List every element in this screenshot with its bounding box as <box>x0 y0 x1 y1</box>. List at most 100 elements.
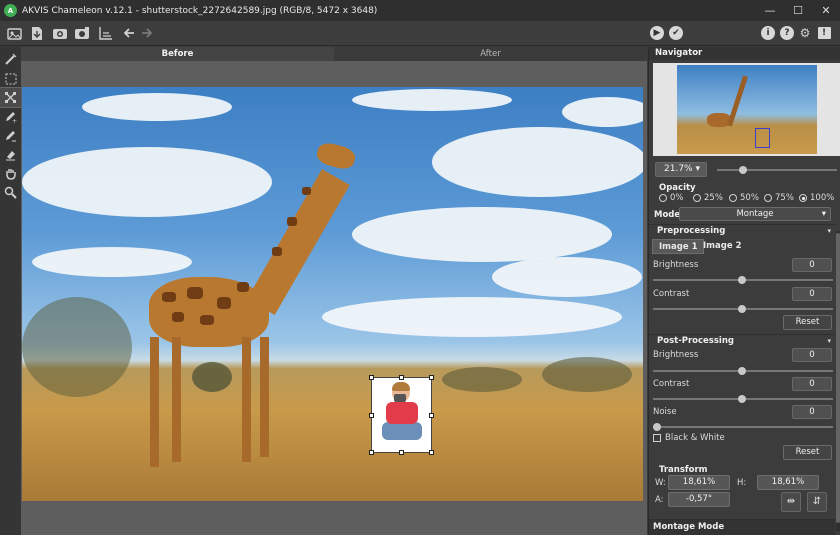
opacity-option-label: 50% <box>740 193 759 203</box>
tab-image-2[interactable]: Image 2 <box>697 239 747 254</box>
image-window: Before After <box>21 47 647 535</box>
width-label: W: <box>655 478 666 488</box>
chevron-down-icon: ▾ <box>827 337 831 345</box>
montage-mode-header[interactable]: Montage Mode <box>649 519 835 535</box>
flip-vertical-icon[interactable]: ⇵ <box>807 492 827 512</box>
opacity-radio-50[interactable] <box>729 194 737 202</box>
angle-label: A: <box>655 495 664 505</box>
black-white-label: Black & White <box>665 433 725 443</box>
opacity-radio-75[interactable] <box>764 194 772 202</box>
contrast-slider[interactable] <box>738 305 746 313</box>
flip-horizontal-icon[interactable]: ⇹ <box>781 492 801 512</box>
settings-icon[interactable] <box>74 25 90 41</box>
tools-panel: + <box>0 47 22 535</box>
black-white-checkbox[interactable] <box>653 434 661 442</box>
noise-label: Noise <box>653 407 677 417</box>
height-field[interactable]: 18,61% <box>757 475 819 490</box>
noise-value[interactable]: 0 <box>792 405 832 419</box>
main-toolbar: ▶ ✔ i ? ⚙ ! <box>0 21 840 46</box>
panel-scrollbar[interactable] <box>836 231 840 531</box>
mode-label: Mode <box>654 210 681 220</box>
post-contrast-slider[interactable] <box>738 395 746 403</box>
post-brightness-slider[interactable] <box>738 367 746 375</box>
zoom-row: 21.7% ▾ <box>653 162 840 178</box>
angle-field[interactable]: -0,57° <box>668 492 730 507</box>
batch-icon[interactable] <box>52 25 68 41</box>
open-file-icon[interactable] <box>6 25 22 41</box>
transform-handle[interactable] <box>369 450 374 455</box>
transform-handle[interactable] <box>429 375 434 380</box>
width-field[interactable]: 18,61% <box>668 475 730 490</box>
noise-slider[interactable] <box>653 423 661 431</box>
print-icon[interactable] <box>97 25 113 41</box>
run-icon[interactable]: ▶ <box>649 25 665 41</box>
post-contrast-label: Contrast <box>653 379 690 389</box>
settings-panel: Navigator 21.7% ▾ Opacity 0% 25% 50% 75%… <box>648 47 840 535</box>
opacity-radio-100[interactable] <box>799 194 807 202</box>
post-brightness-value[interactable]: 0 <box>792 348 832 362</box>
inserted-object[interactable] <box>369 375 434 455</box>
close-button[interactable]: ✕ <box>812 0 840 21</box>
zoom-field[interactable]: 21.7% ▾ <box>655 162 707 177</box>
chevron-down-icon: ▾ <box>821 209 826 219</box>
opacity-radio-0[interactable] <box>659 194 667 202</box>
app-logo-icon: A <box>4 4 17 17</box>
contrast-value[interactable]: 0 <box>792 287 832 301</box>
eraser-icon[interactable] <box>0 145 21 164</box>
drop-pencil-icon[interactable] <box>0 126 21 145</box>
transform-handle[interactable] <box>399 375 404 380</box>
navigator-preview[interactable] <box>653 63 840 156</box>
chevron-down-icon: ▾ <box>695 164 700 174</box>
transform-handle[interactable] <box>429 450 434 455</box>
notifications-icon[interactable]: ! <box>816 25 832 41</box>
postprocessing-header[interactable]: Post-Processing ▾ <box>649 334 835 346</box>
keep-pencil-icon[interactable]: + <box>0 107 21 126</box>
transform-icon[interactable] <box>0 87 22 108</box>
help-icon[interactable]: ? <box>779 25 795 41</box>
transform-handle[interactable] <box>399 450 404 455</box>
transform-handle[interactable] <box>369 413 374 418</box>
opacity-radio-25[interactable] <box>693 194 701 202</box>
brightness-value[interactable]: 0 <box>792 258 832 272</box>
composite-image[interactable] <box>22 87 643 501</box>
magic-brush-icon[interactable] <box>0 50 21 69</box>
opacity-option-label: 100% <box>810 193 835 203</box>
transform-handle[interactable] <box>369 375 374 380</box>
view-tabs: Before After <box>21 47 647 61</box>
minimize-button[interactable]: — <box>756 0 784 21</box>
opacity-option-label: 75% <box>775 193 794 203</box>
preprocessing-header[interactable]: Preprocessing ▾ <box>649 224 835 236</box>
opacity-title: Opacity <box>659 183 696 193</box>
svg-text:+: + <box>12 118 17 123</box>
title-bar: A AKVIS Chameleon v.12.1 - shutterstock_… <box>0 0 840 21</box>
info-icon[interactable]: i <box>760 25 776 41</box>
redo-icon[interactable] <box>139 25 155 41</box>
chevron-down-icon: ▾ <box>827 227 831 235</box>
save-file-icon[interactable] <box>29 25 45 41</box>
preferences-icon[interactable]: ⚙ <box>797 25 813 41</box>
navigator-viewport[interactable] <box>755 128 770 148</box>
preprocessing-reset-button[interactable]: Reset <box>783 315 832 330</box>
opacity-option-label: 25% <box>704 193 723 203</box>
hand-icon[interactable] <box>0 164 21 183</box>
zoom-icon[interactable] <box>0 183 21 202</box>
post-contrast-value[interactable]: 0 <box>792 377 832 391</box>
apply-icon[interactable]: ✔ <box>668 25 684 41</box>
tab-before[interactable]: Before <box>21 47 334 61</box>
navigator-header: Navigator <box>649 47 840 60</box>
tab-after[interactable]: After <box>334 47 647 61</box>
brightness-label: Brightness <box>653 260 699 270</box>
brightness-slider[interactable] <box>738 276 746 284</box>
transform-handle[interactable] <box>429 413 434 418</box>
window-title: AKVIS Chameleon v.12.1 - shutterstock_22… <box>22 5 378 16</box>
opacity-option-label: 0% <box>670 193 684 203</box>
post-brightness-label: Brightness <box>653 350 699 360</box>
mode-select[interactable]: Montage ▾ <box>679 207 831 221</box>
selection-icon[interactable] <box>0 69 21 88</box>
transform-title: Transform <box>659 465 708 475</box>
undo-icon[interactable] <box>121 25 137 41</box>
postprocessing-reset-button[interactable]: Reset <box>783 445 832 460</box>
contrast-label: Contrast <box>653 289 690 299</box>
zoom-slider[interactable] <box>739 166 747 174</box>
maximize-button[interactable]: ☐ <box>784 0 812 21</box>
